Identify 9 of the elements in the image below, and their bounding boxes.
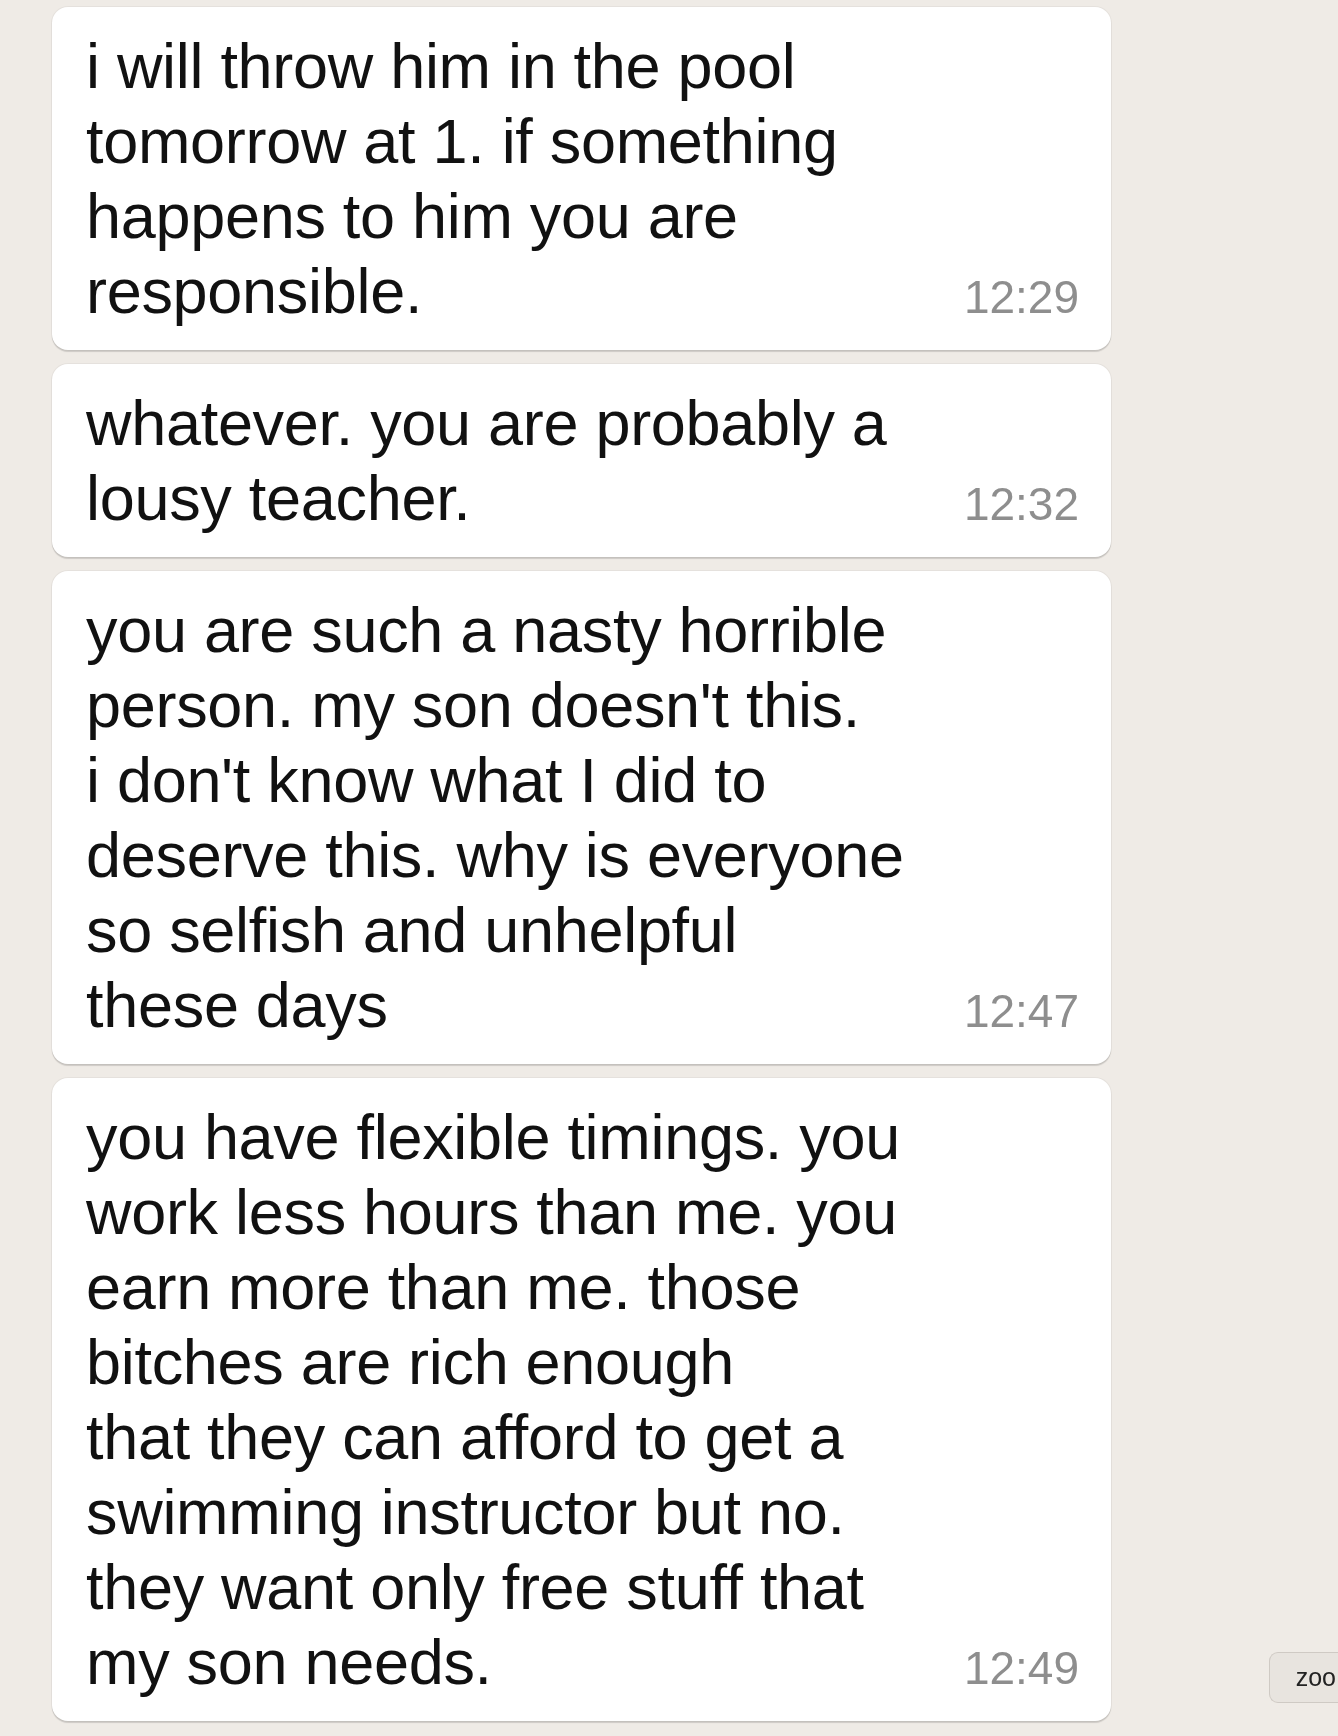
message-time: 12:47 — [963, 984, 1079, 1038]
message-text: you are such a nasty horrible person. my son doesn't this. i don't know what I did to deserve this. why is everyone so selfish and unhelpful these days — [86, 594, 905, 1042]
zoom-button[interactable]: zoo — [1268, 1652, 1338, 1703]
message-time: 12:49 — [963, 1641, 1079, 1695]
message-time: 12:32 — [963, 477, 1079, 531]
message-text: i will throw him in the pool tomorrow at 1. if something happens to him you are responsible. — [86, 30, 839, 328]
message-text: whatever. you are probably a lousy teacher. — [86, 387, 888, 535]
message-time: 12:29 — [963, 270, 1079, 324]
message-text: you have flexible timings. you work less hours than me. you earn more than me. those bitches are rich enough that they can afford to get a swimming instructor but no. they want only free stuff that my son needs. — [86, 1101, 901, 1699]
